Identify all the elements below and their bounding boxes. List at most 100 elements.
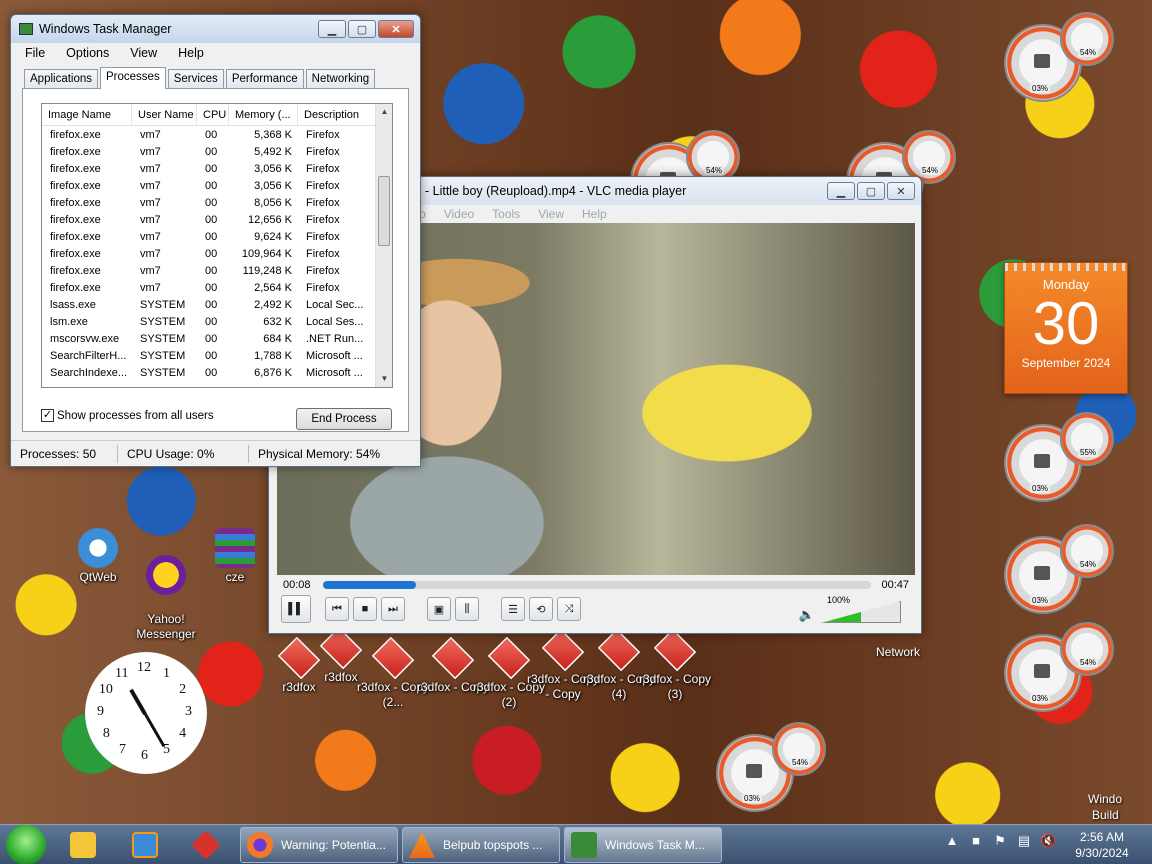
tab-networking[interactable]: Networking (305, 69, 376, 89)
tab-performance[interactable]: Performance (225, 69, 304, 89)
table-row[interactable]: firefox.exe vm7 00 8,056 K Firefox (42, 194, 392, 211)
clock-numeral: 10 (98, 682, 113, 697)
cpu-meter-gadget[interactable]: 03% 54% (1004, 12, 1114, 102)
vlc-menu-tools[interactable]: Tools (492, 207, 520, 221)
table-row[interactable]: firefox.exe vm7 00 9,624 K Firefox (42, 228, 392, 245)
column-header-user-name[interactable]: User Name (132, 104, 197, 125)
clock-numeral: 9 (97, 704, 104, 719)
table-row[interactable]: SearchFilterH... SYSTEM 00 1,788 K Microsoft… (42, 347, 392, 364)
minimize-button[interactable]: ▁ (318, 20, 346, 38)
scroll-up-icon[interactable]: ▲ (376, 104, 392, 120)
pinned-media-player[interactable] (120, 829, 170, 861)
fullscreen-button[interactable]: ▣ (427, 597, 451, 621)
network-icon-label[interactable]: Network (876, 645, 920, 659)
memory-percent: 54% (790, 758, 811, 767)
table-row[interactable]: firefox.exe vm7 00 3,056 K Firefox (42, 177, 392, 194)
pinned-r3dfox[interactable] (181, 829, 231, 861)
taskbar-clock[interactable]: 2:56 AM 9/30/2024 (1072, 829, 1132, 861)
table-row[interactable]: firefox.exe vm7 00 3,056 K Firefox (42, 160, 392, 177)
cell-user-name: vm7 (140, 179, 161, 192)
table-row[interactable]: firefox.exe vm7 00 2,564 K Firefox (42, 279, 392, 296)
tab-services[interactable]: Services (167, 69, 224, 89)
table-row[interactable]: firefox.exe vm7 00 12,656 K Firefox (42, 211, 392, 228)
tray-app-icon[interactable]: ■ (968, 833, 984, 851)
previous-button[interactable]: ⏮ (325, 597, 349, 621)
minimize-button[interactable]: ▁ (827, 182, 855, 200)
task-manager-window[interactable]: Windows Task Manager ▁ ▢ ✕ File Options Vi… (10, 14, 421, 467)
tab-processes[interactable]: Processes (100, 67, 166, 89)
desktop-icon-r3dfox[interactable]: r3dfox - Copy (3) (638, 628, 712, 702)
column-header-image-name[interactable]: Image Name (42, 104, 132, 125)
process-list[interactable]: Image Name User Name CPU Memory (... Descrip… (41, 103, 393, 388)
table-row[interactable]: firefox.exe vm7 00 5,492 K Firefox (42, 143, 392, 160)
clock-numeral: 3 (185, 704, 192, 719)
task-manager-titlebar[interactable]: Windows Task Manager ▁ ▢ ✕ (11, 15, 420, 43)
cell-cpu: 00 (205, 145, 218, 158)
cpu-meter-gadget[interactable]: 03% 54% (1004, 524, 1114, 614)
column-header-description[interactable]: Description (298, 104, 378, 125)
network-icon[interactable]: ▤ (1016, 833, 1032, 851)
desktop-icon-qtweb[interactable]: QtWeb (62, 528, 134, 585)
status-cpu: CPU Usage: 0% (118, 444, 249, 463)
pause-button[interactable]: ▌▌ (281, 595, 311, 623)
taskbar-button-firefox[interactable]: Warning: Potentia... (240, 827, 398, 863)
end-process-button[interactable]: End Process (296, 408, 392, 430)
loop-button[interactable]: ⟲ (529, 597, 553, 621)
cell-memory: 119,248 K (242, 264, 292, 277)
close-button[interactable]: ✕ (887, 182, 915, 200)
scroll-thumb[interactable] (378, 176, 390, 246)
table-row[interactable]: firefox.exe vm7 00 109,964 K Firefox (42, 245, 392, 262)
maximize-button[interactable]: ▢ (857, 182, 885, 200)
playlist-button[interactable]: ☰ (501, 597, 525, 621)
shuffle-button[interactable]: ⤨ (557, 597, 581, 621)
task-manager-icon (19, 23, 33, 35)
cell-memory: 5,368 K (254, 128, 292, 141)
volume-slider[interactable]: 100% (821, 595, 901, 623)
table-row[interactable]: firefox.exe vm7 00 119,248 K Firefox (42, 262, 392, 279)
winrar-archive-icon (215, 528, 255, 568)
taskbar-button-task-manager[interactable]: Windows Task M... (564, 827, 722, 863)
cpu-meter-gadget[interactable]: 03% 54% (716, 722, 826, 812)
column-header-memory[interactable]: Memory (... (229, 104, 298, 125)
menu-view[interactable]: View (118, 46, 166, 60)
cpu-meter-gadget[interactable]: 03% 54% (1004, 622, 1114, 712)
menu-options[interactable]: Options (54, 46, 118, 60)
cpu-chip-icon (1034, 54, 1050, 68)
table-row[interactable]: lsm.exe SYSTEM 00 632 K Local Ses... (42, 313, 392, 330)
menu-file[interactable]: File (13, 46, 54, 60)
vlc-menu-video[interactable]: Video (444, 207, 474, 221)
taskbar-button-vlc[interactable]: Belpub topspots ... (402, 827, 560, 863)
stop-button[interactable]: ■ (353, 597, 377, 621)
close-button[interactable]: ✕ (378, 20, 414, 38)
tab-applications[interactable]: Applications (24, 69, 99, 89)
scroll-down-icon[interactable]: ▼ (376, 371, 392, 387)
cell-cpu: 00 (205, 315, 218, 328)
column-header-cpu[interactable]: CPU (197, 104, 229, 125)
seek-slider[interactable] (322, 581, 872, 589)
table-row[interactable]: lsass.exe SYSTEM 00 2,492 K Local Sec... (42, 296, 392, 313)
next-button[interactable]: ⏭ (381, 597, 405, 621)
table-row[interactable]: firefox.exe vm7 00 5,368 K Firefox (42, 126, 392, 143)
maximize-button[interactable]: ▢ (348, 20, 376, 38)
cpu-percent: 03% (1030, 596, 1051, 605)
table-row[interactable]: mscorsvw.exe SYSTEM 00 684 K .NET Run... (42, 330, 392, 347)
show-all-checkbox[interactable]: ✓ (41, 409, 54, 422)
table-row[interactable]: SearchIndexe... SYSTEM 00 6,876 K Microsoft … (42, 364, 392, 381)
cpu-meter-gadget[interactable]: 03% 55% (1004, 412, 1114, 502)
process-list-scrollbar[interactable]: ▲ ▼ (375, 104, 392, 387)
pinned-explorer[interactable] (58, 829, 108, 861)
desktop-icon-cze[interactable]: cze (199, 528, 271, 585)
vlc-tray-icon[interactable]: ▲ (944, 833, 960, 851)
flag-icon[interactable]: ⚑ (992, 833, 1008, 851)
vlc-menu-help[interactable]: Help (582, 207, 607, 221)
extended-settings-button[interactable]: ⫼ (455, 597, 479, 621)
show-all-processes[interactable]: ✓ Show processes from all users (41, 409, 214, 422)
volume-muted-icon[interactable]: 🔇 (1040, 833, 1056, 851)
memory-dial (772, 722, 826, 776)
start-button[interactable] (6, 825, 46, 864)
speaker-icon[interactable]: 🔈 (799, 607, 815, 623)
menu-help[interactable]: Help (166, 46, 213, 60)
cell-user-name: vm7 (140, 213, 161, 226)
desktop-icon-yahoo-messenger[interactable]: Yahoo! Messenger (130, 540, 202, 657)
vlc-menu-view[interactable]: View (538, 207, 564, 221)
